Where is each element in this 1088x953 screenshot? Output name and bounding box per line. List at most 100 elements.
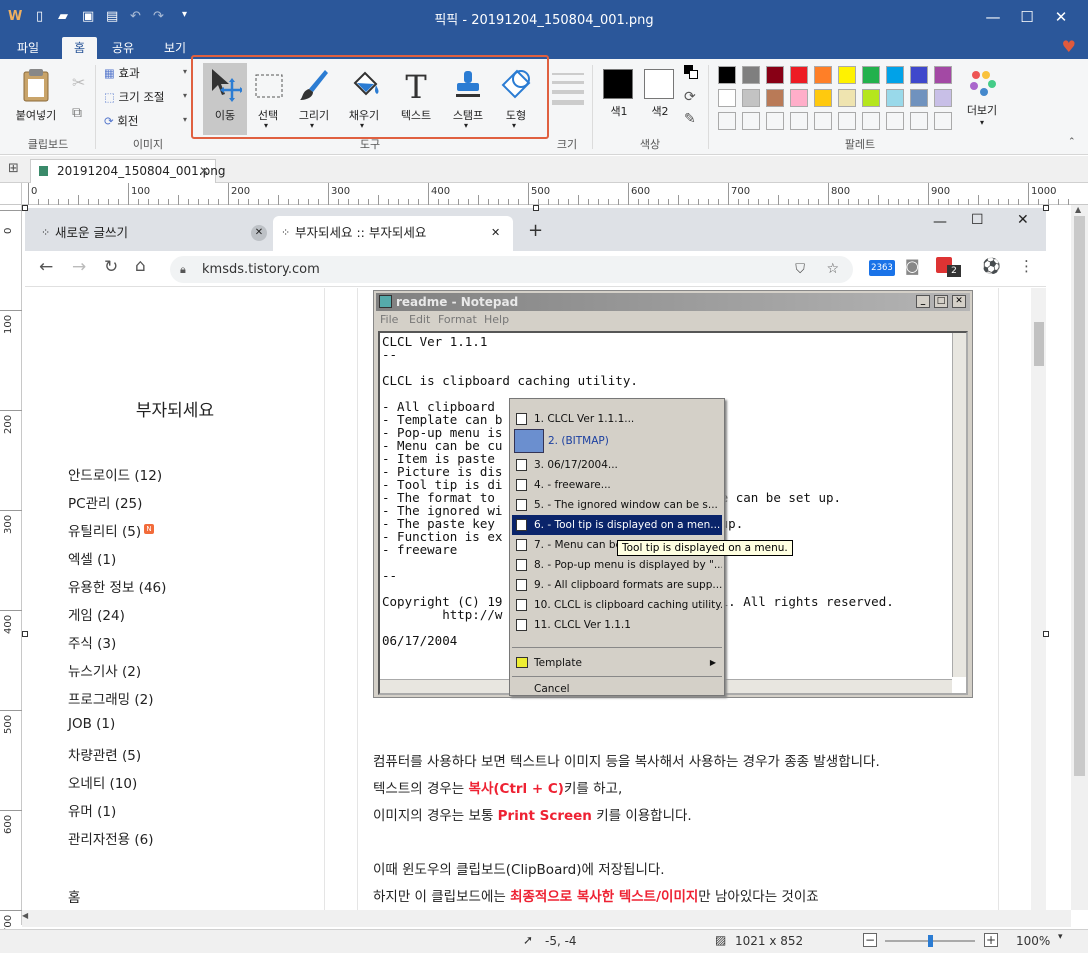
minimize-icon[interactable]: —: [933, 214, 947, 230]
zoom-out-button[interactable]: −: [863, 933, 877, 947]
eyedropper-icon[interactable]: ✎: [684, 111, 696, 127]
resize-handle[interactable]: [22, 205, 28, 211]
empty-palette-swatch[interactable]: [742, 112, 760, 130]
maximize-icon[interactable]: ☐: [971, 212, 984, 228]
palette-swatch[interactable]: [838, 66, 856, 84]
category-link[interactable]: 엑셀 (1): [68, 548, 116, 568]
tab-file[interactable]: 파일: [5, 37, 51, 59]
category-link[interactable]: JOB (1): [68, 716, 115, 732]
category-link[interactable]: 오네티 (10): [68, 772, 137, 792]
resize-button[interactable]: ⬚ 크기 조절: [104, 86, 165, 108]
reload-icon[interactable]: ↻: [104, 257, 118, 277]
empty-palette-swatch[interactable]: [766, 112, 784, 130]
close-tab-icon[interactable]: ✕: [199, 160, 209, 182]
chevron-up-icon[interactable]: ⌃: [1068, 137, 1076, 147]
clipboard-history-item[interactable]: 11. CLCL Ver 1.1.1: [512, 615, 722, 635]
chevron-down-icon[interactable]: ▾: [183, 67, 187, 76]
palette-swatch[interactable]: [910, 66, 928, 84]
forward-icon[interactable]: →: [72, 257, 86, 277]
notepad-vscrollbar[interactable]: [952, 333, 966, 677]
rotate-button[interactable]: ⟳ 회전: [104, 110, 138, 132]
chevron-down-icon[interactable]: ▾: [360, 121, 364, 130]
home-icon[interactable]: ⌂: [135, 256, 146, 276]
category-link[interactable]: 프로그래밍 (2): [68, 688, 154, 708]
maximize-button[interactable]: ☐: [1012, 5, 1042, 29]
paste-button[interactable]: 붙여넣기: [10, 63, 62, 135]
notepad-menu-help[interactable]: Help: [484, 313, 509, 326]
effect-button[interactable]: ▦ 효과: [104, 62, 140, 84]
category-link[interactable]: 안드로이드 (12): [68, 464, 162, 484]
clipboard-history-item[interactable]: 3. 06/17/2004...: [512, 455, 722, 475]
empty-palette-swatch[interactable]: [862, 112, 880, 130]
empty-palette-swatch[interactable]: [838, 112, 856, 130]
copy-icon[interactable]: ⧉: [72, 105, 82, 121]
resize-handle[interactable]: [22, 631, 28, 637]
palette-swatch[interactable]: [718, 89, 736, 107]
category-link[interactable]: 게임 (24): [68, 604, 125, 624]
empty-palette-swatch[interactable]: [814, 112, 832, 130]
category-link[interactable]: 뉴스기사 (2): [68, 660, 141, 680]
notepad-menu-edit[interactable]: Edit: [409, 313, 430, 326]
palette-swatch[interactable]: [766, 66, 784, 84]
palette-swatch[interactable]: [934, 89, 952, 107]
close-tab-icon[interactable]: ✕: [491, 216, 500, 249]
resize-handle[interactable]: [1043, 631, 1049, 637]
chevron-down-icon[interactable]: ▾: [264, 121, 268, 130]
grid-view-icon[interactable]: ⊞: [8, 161, 19, 176]
zoom-slider[interactable]: [885, 935, 975, 947]
minimize-icon[interactable]: _: [916, 295, 930, 308]
chevron-down-icon[interactable]: ▾: [310, 121, 314, 130]
browser-tab-blog[interactable]: ⁘ 부자되세요 :: 부자되세요 ✕: [273, 216, 513, 251]
palette-swatch[interactable]: [790, 89, 808, 107]
heart-icon[interactable]: ♥: [1062, 37, 1076, 56]
menu-item-cancel[interactable]: Cancel: [512, 679, 722, 699]
tab-share[interactable]: 공유: [100, 37, 146, 59]
notepad-menu-file[interactable]: File: [380, 313, 398, 326]
palette-swatch[interactable]: [790, 66, 808, 84]
browser-tab-new-post[interactable]: ⁘ 새로운 글쓰기 ✕: [33, 216, 271, 251]
palette-swatch[interactable]: [766, 89, 784, 107]
category-link[interactable]: 유용한 정보 (46): [68, 576, 166, 596]
category-link[interactable]: 주식 (3): [68, 632, 116, 652]
color1-swatch[interactable]: [603, 69, 633, 99]
profile-icon[interactable]: ⚽: [982, 257, 1001, 275]
document-tab[interactable]: 20191204_150804_001.png ✕: [30, 159, 225, 183]
zoom-in-button[interactable]: +: [984, 933, 998, 947]
more-colors-button[interactable]: 더보기 ▾: [962, 67, 1002, 127]
clipboard-history-item[interactable]: 10. CLCL is clipboard caching utility.: [512, 595, 722, 615]
empty-palette-swatch[interactable]: [718, 112, 736, 130]
palette-swatch[interactable]: [862, 89, 880, 107]
address-bar[interactable]: 🔒︎ kmsds.tistory.com ⛉ ☆: [170, 256, 853, 283]
refresh-colors-icon[interactable]: ⟳: [684, 89, 696, 105]
clipboard-history-item[interactable]: 2. (BITMAP): [512, 427, 722, 455]
menu-item-template[interactable]: Template ▶: [512, 653, 722, 673]
new-tab-icon[interactable]: +: [528, 220, 543, 241]
menu-icon[interactable]: ⋮: [1019, 257, 1034, 275]
move-tool-button[interactable]: 이동: [203, 63, 247, 135]
palette-swatch[interactable]: [814, 66, 832, 84]
clipboard-history-item[interactable]: 5. - The ignored window can be s...: [512, 495, 722, 515]
star-icon[interactable]: ☆: [826, 256, 839, 283]
camera-icon[interactable]: ◙: [905, 257, 920, 275]
horizontal-scrollbar[interactable]: ◀: [22, 910, 1071, 927]
category-link[interactable]: PC관리 (25): [68, 492, 142, 512]
chevron-down-icon[interactable]: ▾: [464, 121, 468, 130]
empty-palette-swatch[interactable]: [910, 112, 928, 130]
swap-colors-icon[interactable]: [684, 65, 698, 79]
maximize-icon[interactable]: □: [934, 295, 948, 308]
clipboard-history-item[interactable]: 9. - All clipboard formats are supp...: [512, 575, 722, 595]
color2-swatch[interactable]: [644, 69, 674, 99]
palette-swatch[interactable]: [886, 66, 904, 84]
shield-icon[interactable]: ⛉: [795, 256, 805, 283]
image-canvas[interactable]: ⁘ 새로운 글쓰기 ✕ ⁘ 부자되세요 :: 부자되세요 ✕ + — ☐ ✕ ←…: [25, 208, 1046, 910]
resize-handle[interactable]: [533, 205, 539, 211]
chevron-down-icon[interactable]: ▾: [183, 115, 187, 124]
palette-swatch[interactable]: [886, 89, 904, 107]
category-link[interactable]: 차량관련 (5): [68, 744, 141, 764]
clipboard-history-item[interactable]: 8. - Pop-up menu is displayed by "...: [512, 555, 722, 575]
empty-palette-swatch[interactable]: [790, 112, 808, 130]
chevron-down-icon[interactable]: ▾: [1058, 932, 1063, 942]
page-scrollbar[interactable]: [1031, 288, 1046, 910]
category-link[interactable]: 유머 (1): [68, 800, 116, 820]
clipboard-history-item[interactable]: 4. - freeware...: [512, 475, 722, 495]
